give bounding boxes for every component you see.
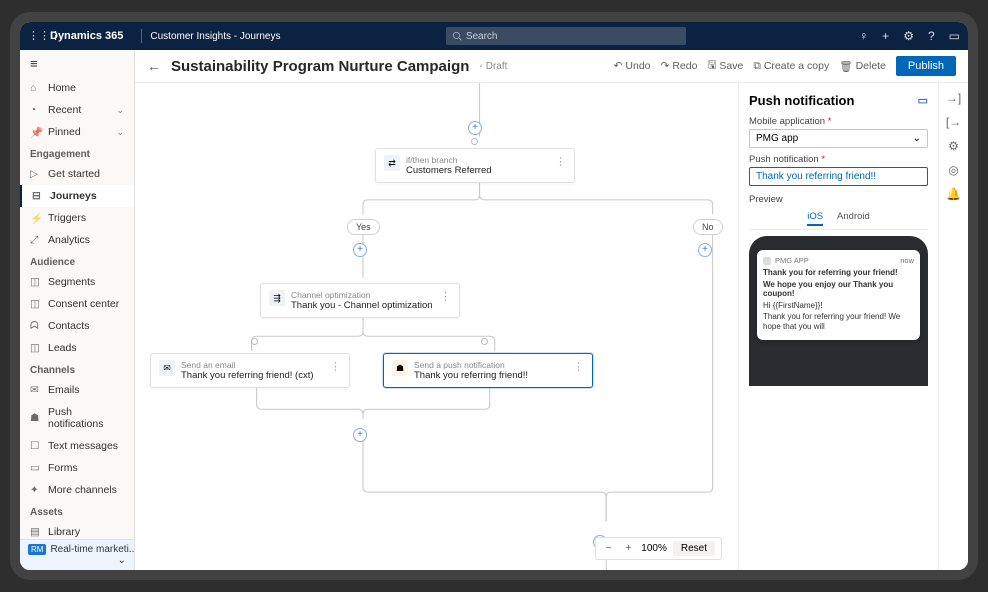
redo-button[interactable]: ↷ Redo <box>661 60 698 72</box>
app-icon <box>763 257 771 265</box>
email-icon: ✉ <box>159 360 175 376</box>
nav-emails[interactable]: ✉Emails <box>20 379 134 401</box>
connector-dot <box>251 338 258 345</box>
nav-journeys[interactable]: ⊟Journeys <box>20 185 134 207</box>
node-menu[interactable]: ⋮ <box>440 290 451 303</box>
phone-preview: PMG APPnow Thank you for referring your … <box>749 236 928 386</box>
undo-button[interactable]: ↶ Undo <box>614 60 651 72</box>
zoom-reset[interactable]: Reset <box>673 541 715 556</box>
nav-triggers[interactable]: ⚡Triggers <box>20 207 134 229</box>
global-search[interactable]: Search <box>446 27 686 45</box>
back-button[interactable]: ← <box>147 58 161 74</box>
add-step-plus[interactable]: + <box>698 243 712 257</box>
nav-analytics[interactable]: ⤢Analytics <box>20 229 134 251</box>
section-channels: Channels <box>20 359 134 379</box>
node-channel-opt[interactable]: ⇶ Channel optimizationThank you - Channe… <box>260 283 460 318</box>
nav-get-started[interactable]: ▷Get started <box>20 163 134 185</box>
mobile-app-label: Mobile application * <box>749 116 928 127</box>
connector-dot <box>471 138 478 145</box>
node-email[interactable]: ✉ Send an emailThank you referring frien… <box>150 353 350 388</box>
product-name: Customer Insights - Journeys <box>150 31 280 42</box>
right-rail: →] [→ ⚙ ◎ 🔔 <box>938 83 968 570</box>
push-icon: ☗ <box>392 360 408 376</box>
nav-leads[interactable]: ◫Leads <box>20 337 134 359</box>
bell-icon[interactable]: 🔔 <box>946 187 961 201</box>
tab-ios[interactable]: iOS <box>807 211 823 226</box>
section-assets: Assets <box>20 501 134 521</box>
push-label: Push notification * <box>749 154 928 165</box>
tab-android[interactable]: Android <box>837 211 870 226</box>
publish-button[interactable]: Publish <box>896 56 956 76</box>
zoom-control: − + 100% Reset <box>595 537 722 560</box>
goal-icon[interactable]: ◎ <box>948 163 958 177</box>
properties-panel: Push notification▭ Mobile application * … <box>738 83 938 570</box>
create-copy-button[interactable]: ⧉ Create a copy <box>753 60 829 73</box>
chevron-down-icon: ⌄ <box>913 133 921 144</box>
lightbulb-icon[interactable]: ♀ <box>859 29 868 43</box>
zoom-value: 100% <box>641 543 667 554</box>
expand-icon[interactable]: →] <box>946 91 961 105</box>
section-audience: Audience <box>20 251 134 271</box>
add-icon[interactable]: + <box>882 29 889 43</box>
nav-pinned[interactable]: 📌Pinned⌄ <box>20 121 134 143</box>
nav-push[interactable]: ☗Push notifications <box>20 401 134 435</box>
messages-icon[interactable]: ▭ <box>949 29 960 43</box>
card-icon[interactable]: ▭ <box>918 94 928 107</box>
app-launcher-icon[interactable]: ⋮⋮⋮ <box>28 29 42 43</box>
nav-forms[interactable]: ▭Forms <box>20 457 134 479</box>
status-badge: ◦ Draft <box>479 61 507 72</box>
page-title: Sustainability Program Nurture Campaign <box>171 58 469 75</box>
journey-canvas[interactable]: + ⇄ if/then branchCustomers Referred ⋮ Y… <box>135 83 738 570</box>
node-menu[interactable]: ⋮ <box>330 360 341 373</box>
nav-sms[interactable]: ☐Text messages <box>20 435 134 457</box>
nav-segments[interactable]: ◫Segments <box>20 271 134 293</box>
branch-yes[interactable]: Yes <box>347 219 380 235</box>
add-step-plus[interactable]: + <box>353 243 367 257</box>
search-icon <box>452 31 462 41</box>
preview-label: Preview <box>749 194 928 205</box>
branch-icon: ⇄ <box>384 155 400 171</box>
environment-switcher[interactable]: RMReal-time marketi... ⌄ <box>20 539 134 570</box>
section-engagement: Engagement <box>20 143 134 163</box>
add-step-plus[interactable]: + <box>353 428 367 442</box>
save-button[interactable]: 🖫 Save <box>707 57 743 75</box>
settings-icon[interactable]: ⚙ <box>948 139 959 153</box>
nav-home[interactable]: ⌂Home <box>20 77 134 99</box>
node-push[interactable]: ☗ Send a push notificationThank you refe… <box>383 353 593 388</box>
connector-dot <box>481 338 488 345</box>
settings-icon[interactable]: ⚙ <box>903 29 914 43</box>
brand: Dynamics 365 <box>50 30 123 42</box>
node-branch[interactable]: ⇄ if/then branchCustomers Referred ⋮ <box>375 148 575 183</box>
zoom-in[interactable]: + <box>621 543 635 554</box>
nav-contacts[interactable]: ᗣContacts <box>20 315 134 337</box>
notification-preview: PMG APPnow Thank you for referring your … <box>757 250 920 340</box>
node-menu[interactable]: ⋮ <box>555 155 566 168</box>
help-icon[interactable]: ? <box>928 29 935 43</box>
nav-recent[interactable]: ◔Recent⌄ <box>20 99 134 121</box>
mobile-app-select[interactable]: PMG app⌄ <box>749 129 928 148</box>
panel-title: Push notification▭ <box>749 93 928 108</box>
branch-no[interactable]: No <box>693 219 723 235</box>
nav-more-channels[interactable]: ✦More channels <box>20 479 134 501</box>
sidebar: ≡ ⌂Home ◔Recent⌄ 📌Pinned⌄ Engagement ▷Ge… <box>20 50 135 570</box>
nav-consent[interactable]: ◫Consent center <box>20 293 134 315</box>
node-menu[interactable]: ⋮ <box>573 360 584 373</box>
exit-icon[interactable]: [→ <box>946 115 961 129</box>
delete-button[interactable]: 🗑 Delete <box>839 60 886 73</box>
push-input[interactable]: Thank you referring friend!! <box>749 167 928 186</box>
hamburger-icon[interactable]: ≡ <box>20 50 134 77</box>
search-placeholder: Search <box>466 31 498 42</box>
optimize-icon: ⇶ <box>269 290 285 306</box>
zoom-out[interactable]: − <box>602 543 616 554</box>
add-step-plus[interactable]: + <box>468 121 482 135</box>
